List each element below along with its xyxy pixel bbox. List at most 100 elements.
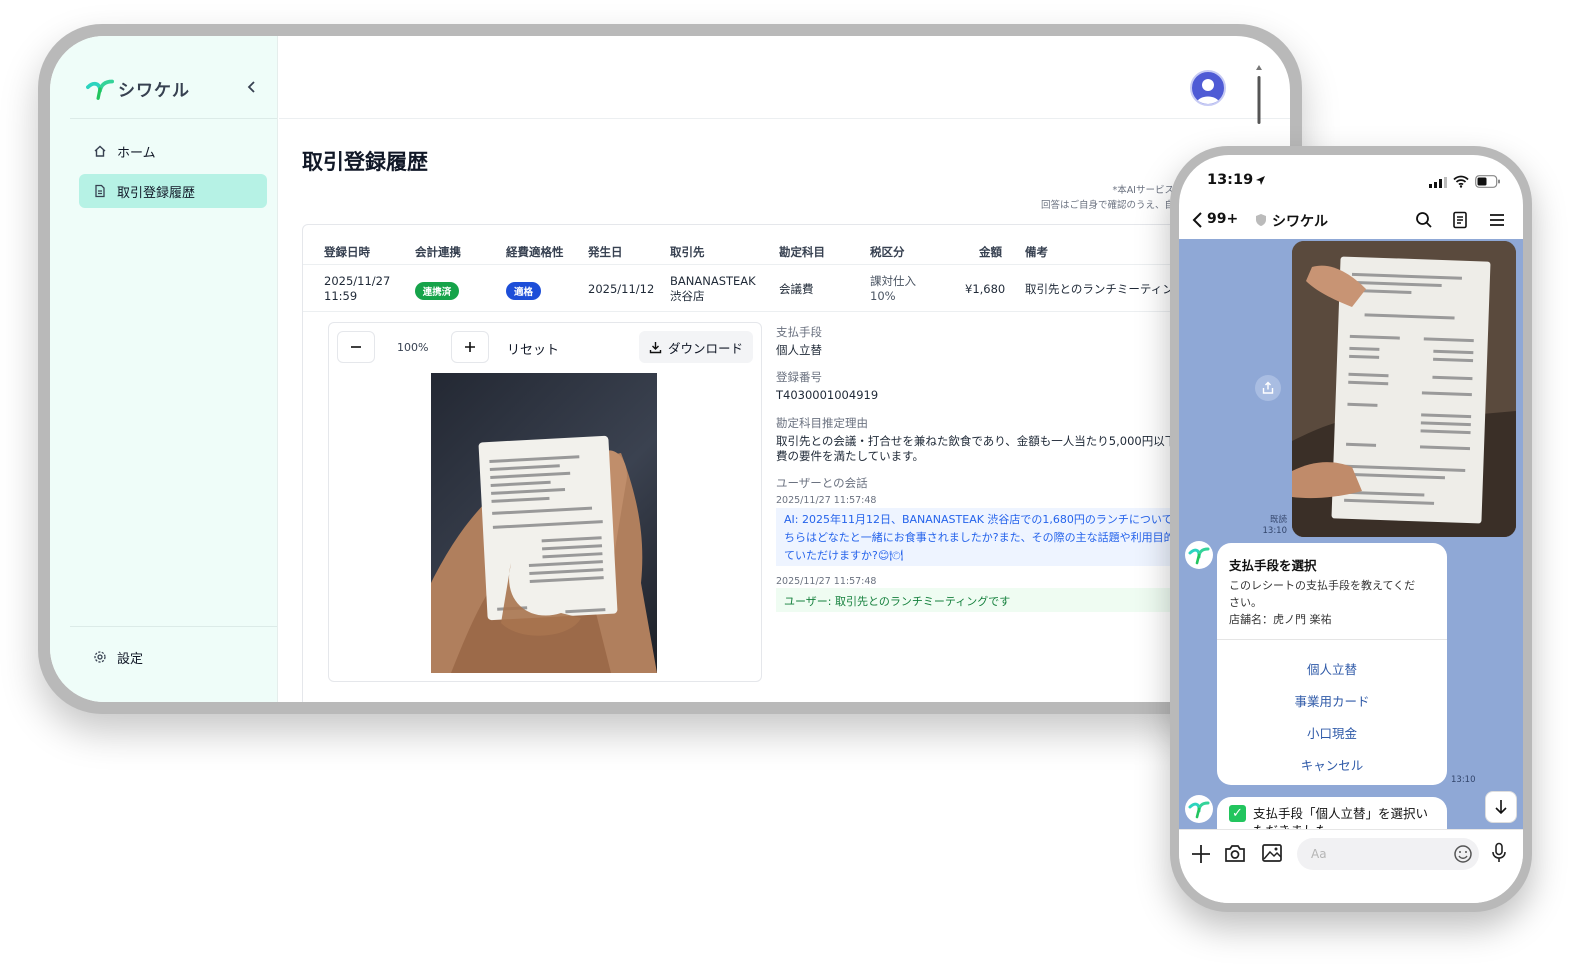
unread-count[interactable]: 99+: [1207, 211, 1238, 227]
menu-icon[interactable]: [1489, 213, 1505, 227]
vendor-branch: 渋谷店: [670, 289, 705, 303]
sidebar-item-label: 設定: [117, 651, 144, 667]
sidebar-item-home[interactable]: ホーム: [79, 134, 267, 168]
sidebar-item-history[interactable]: 取引登録履歴: [79, 174, 267, 208]
arrow-down-icon: [1495, 800, 1507, 815]
status-bar: 13:19: [1179, 155, 1523, 203]
note: 取引先とのランチミーティング: [1025, 282, 1175, 296]
column-header[interactable]: 発生日: [588, 244, 623, 260]
microphone-icon[interactable]: [1491, 842, 1507, 864]
receipt-viewer: 100% リセット ダウンロード: [328, 322, 762, 682]
account-category: 会議費: [779, 282, 814, 296]
confirmation-line: 支払手段「個人立替」を選択い: [1253, 806, 1429, 821]
date-text: 2025/11/27: [324, 274, 391, 288]
sidebar-divider: [70, 626, 277, 627]
column-header[interactable]: 登録日時: [324, 244, 370, 260]
search-icon[interactable]: [1415, 211, 1433, 229]
column-header[interactable]: 税区分: [870, 244, 905, 260]
occurred-date: 2025/11/12: [588, 282, 655, 296]
menu-divider: [1217, 639, 1447, 640]
registered-datetime: 2025/11/27 11:59: [324, 274, 390, 304]
clock: 13:19: [1207, 172, 1254, 188]
avatar[interactable]: [1190, 70, 1226, 106]
bot-avatar[interactable]: [1185, 541, 1213, 569]
app-name: シワケル: [118, 81, 190, 101]
eligibility-badge: 適格: [506, 282, 541, 300]
home-icon: [94, 145, 106, 157]
shield-icon: [1256, 214, 1266, 226]
read-receipt: 既読 13:10: [1253, 515, 1288, 537]
chat-messages[interactable]: 既読 13:10 支払手段を選択 このレシートの支払手段を教えてくだ さい。 店…: [1179, 239, 1523, 847]
plus-icon[interactable]: [1191, 844, 1211, 864]
battery-icon: [1475, 175, 1500, 188]
menu-body: このレシートの支払手段を教えてくだ さい。 店舗名：虎ノ門 楽祐: [1229, 577, 1415, 628]
column-header[interactable]: 勘定科目: [779, 244, 825, 260]
input-placeholder: Aa: [1311, 847, 1327, 861]
zoom-level: 100%: [397, 341, 429, 354]
logo-icon: [86, 79, 114, 100]
store-name: 店舗名：虎ノ門 楽祐: [1229, 613, 1332, 626]
option-business-card[interactable]: 事業用カード: [1217, 691, 1447, 710]
page-title: 取引登録履歴: [302, 150, 428, 174]
message-input[interactable]: Aa: [1297, 838, 1479, 870]
header-divider: [303, 264, 1263, 265]
gear-icon: [94, 651, 106, 663]
column-header[interactable]: 備考: [1025, 244, 1048, 260]
download-label: ダウンロード: [667, 340, 743, 356]
line-chat-screen: 13:19 99+ シワケル 既読 13:10 支払手段を選択 このレシートの支…: [1179, 155, 1523, 903]
collapse-sidebar-icon[interactable]: [246, 79, 258, 98]
receipt-photo[interactable]: [431, 373, 657, 673]
share-icon: [1262, 381, 1274, 394]
option-personal[interactable]: 個人立替: [1217, 659, 1447, 678]
document-icon: [95, 184, 105, 198]
back-icon[interactable]: [1191, 211, 1203, 229]
top-bar: [279, 36, 1290, 119]
option-cancel[interactable]: キャンセル: [1217, 755, 1447, 774]
emoji-icon[interactable]: [1453, 844, 1473, 864]
sidebar-item-label: ホーム: [117, 145, 156, 161]
sidebar-item-settings[interactable]: 設定: [79, 640, 267, 674]
status-badge: 連携済: [415, 282, 459, 300]
camera-icon[interactable]: [1224, 843, 1246, 863]
sidebar-item-label: 取引登録履歴: [117, 185, 196, 201]
reason-text: 費の要件を満たしています。: [776, 449, 925, 463]
reset-button[interactable]: リセット: [507, 339, 559, 358]
column-header[interactable]: 会計連携: [415, 244, 461, 260]
row-divider: [303, 311, 1263, 312]
conversation-label: ユーザーとの会話: [776, 476, 868, 490]
payment-label: 支払手段: [776, 325, 822, 339]
download-button[interactable]: ダウンロード: [639, 331, 753, 363]
share-button[interactable]: [1255, 375, 1281, 401]
wifi-icon: [1453, 175, 1469, 188]
image-icon[interactable]: [1261, 843, 1283, 863]
registration-number: T4030001004919: [776, 388, 879, 402]
column-header[interactable]: 経費適格性: [506, 244, 564, 260]
check-icon: ✓: [1229, 805, 1246, 822]
vendor-name: BANANASTEAK: [670, 274, 756, 288]
signal-icon: [1429, 177, 1447, 188]
column-header[interactable]: 取引先: [670, 244, 705, 260]
location-arrow-icon: [1256, 176, 1265, 185]
app-logo[interactable]: シワケル: [86, 76, 190, 101]
option-petty-cash[interactable]: 小口現金: [1217, 723, 1447, 742]
phone-frame: 13:19 99+ シワケル 既読 13:10 支払手段を選択 このレシートの支…: [1170, 146, 1532, 912]
amount: ¥1,680: [965, 282, 1006, 296]
notes-icon[interactable]: [1452, 211, 1468, 229]
chat-header: 99+ シワケル: [1179, 203, 1523, 239]
vendor: BANANASTEAK 渋谷店: [670, 274, 756, 304]
sidebar-divider: [70, 118, 277, 119]
message-input-bar: Aa: [1179, 829, 1523, 903]
zoom-in-button[interactable]: [451, 331, 489, 363]
web-app-screen: シワケル ホーム 取引登録履歴 設定 取引登録履歴 *本AIサービスは情報の正確…: [50, 36, 1290, 702]
time-text: 11:59: [324, 289, 358, 303]
scroll-to-bottom-button[interactable]: [1485, 791, 1517, 823]
column-header[interactable]: 金額: [979, 244, 1002, 260]
message-time: 13:10: [1451, 775, 1476, 785]
registration-label: 登録番号: [776, 370, 822, 384]
receipt-image-message[interactable]: [1292, 241, 1516, 537]
zoom-out-button[interactable]: [337, 331, 375, 363]
payment-value: 個人立替: [776, 343, 822, 357]
menu-body-line: さい。: [1229, 596, 1262, 609]
logo-icon: [1188, 547, 1210, 565]
bot-avatar[interactable]: [1185, 795, 1213, 823]
